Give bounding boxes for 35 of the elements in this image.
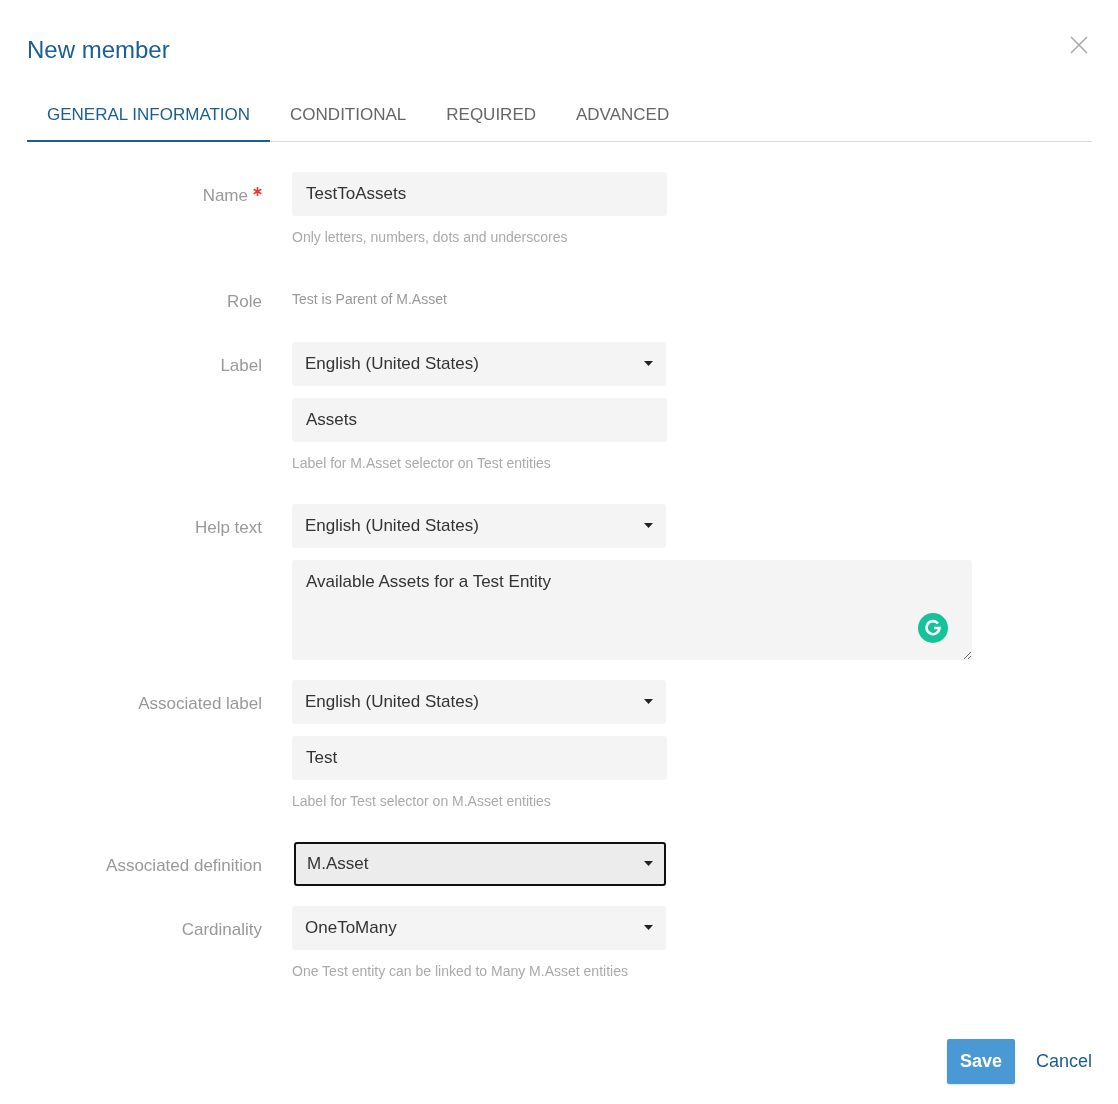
dropdown[interactable]: English (United States) <box>292 341 666 386</box>
hint-text: One Test entity can be linked to Many M.Asset entities <box>292 961 629 981</box>
text-field[interactable]: TestToAssets <box>292 171 667 216</box>
caret-icon <box>644 861 653 866</box>
field-label: Cardinality <box>181 918 262 941</box>
hint-text: Label for M.Asset selector on Test entities <box>292 453 552 473</box>
caret-icon <box>644 925 653 930</box>
caret-icon <box>644 699 653 704</box>
hint-text: Only letters, numbers, dots and underscores <box>292 227 569 247</box>
tab[interactable]: CONDITIONAL <box>270 100 427 142</box>
field-label: Name <box>202 184 248 207</box>
caret-icon <box>644 361 653 366</box>
text-area[interactable]: Available Assets for a Test Entity <box>292 559 972 660</box>
close-icon <box>1070 36 1088 54</box>
dropdown[interactable]: English (United States) <box>292 679 666 724</box>
tab[interactable]: GENERAL INFORMATION <box>27 100 271 142</box>
dialog-title: New member <box>27 35 170 65</box>
cancel-link[interactable]: Cancel <box>1036 1048 1093 1075</box>
field-label: Role <box>227 290 262 313</box>
g-logo-icon <box>918 612 948 643</box>
tab[interactable]: ADVANCED <box>556 100 690 142</box>
caret-icon <box>644 523 653 528</box>
field-label: Help text <box>194 516 262 539</box>
text-field[interactable]: Assets <box>292 397 667 442</box>
dropdown[interactable]: English (United States) <box>292 503 666 548</box>
dropdown[interactable]: OneToMany <box>292 905 666 950</box>
role-text: Test is Parent of M.Asset <box>292 290 447 309</box>
hint-text: Label for Test selector on M.Asset entities <box>292 791 552 811</box>
dropdown[interactable]: M.Asset <box>294 841 666 886</box>
text-field[interactable]: Test <box>292 735 667 780</box>
field-label: Label <box>220 354 262 377</box>
field-label: Associated label <box>138 692 262 715</box>
field-label: Associated definition <box>106 854 262 877</box>
close-button[interactable] <box>1068 34 1090 56</box>
tab[interactable]: REQUIRED <box>426 100 556 142</box>
